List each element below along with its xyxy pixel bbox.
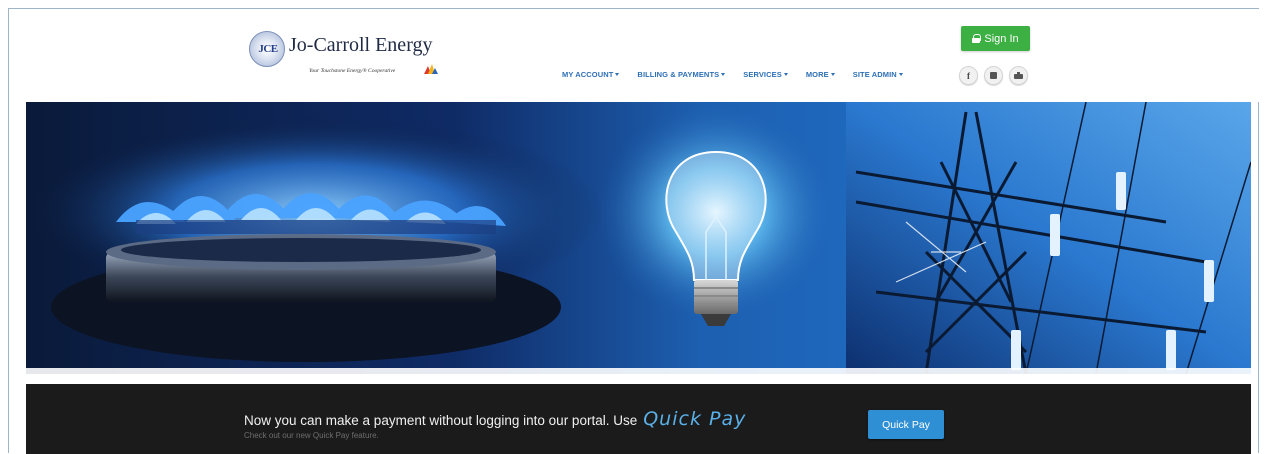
sign-in-label: Sign In [984,32,1019,45]
nav-item-billing-payments[interactable]: BILLING & PAYMENTS [637,70,726,79]
nav-item-my-account[interactable]: MY ACCOUNT [562,70,620,79]
linkedin-glyph [990,72,997,79]
nav-item-site-admin[interactable]: SITE ADMIN [853,70,903,79]
caret-down-icon [721,73,726,76]
logo[interactable]: JCE Jo-Carroll Energy Your Touchstone En… [249,31,449,81]
facebook-glyph: f [967,70,970,81]
quick-pay-button[interactable]: Quick Pay [868,410,944,439]
caret-down-icon [898,73,903,76]
nav-label: SITE ADMIN [852,70,897,79]
logo-tagline: Your Touchstone Energy® Cooperative [309,68,396,74]
main-nav: MY ACCOUNT BILLING & PAYMENTS SERVICES M… [562,70,921,79]
quick-pay-subtext: Check out our new Quick Pay feature. [244,431,379,440]
sign-in-button[interactable]: Sign In [961,26,1030,51]
touchstone-icon [424,64,438,74]
caret-down-icon [783,73,788,76]
nav-label: BILLING & PAYMENTS [637,70,720,79]
page-frame: JCE Jo-Carroll Energy Your Touchstone En… [8,8,1259,454]
hero-banner [26,102,1251,374]
nav-item-more[interactable]: MORE [806,70,835,79]
caret-down-icon [830,73,835,76]
nav-label: MY ACCOUNT [562,70,614,79]
facebook-icon[interactable]: f [959,66,978,85]
quick-pay-message: Now you can make a payment without loggi… [244,408,746,430]
logo-badge-icon: JCE [249,31,285,67]
youtube-glyph [1014,72,1023,79]
nav-label: MORE [805,70,829,79]
linkedin-icon[interactable] [984,66,1003,85]
site-header: JCE Jo-Carroll Energy Your Touchstone En… [9,9,1259,102]
youtube-icon[interactable] [1009,66,1028,85]
nav-item-services[interactable]: SERVICES [743,70,788,79]
caret-down-icon [615,73,620,76]
logo-badge-text: JCE [258,43,278,55]
hero-banner-image [26,102,1251,374]
quick-pay-script-text: Quick Pay [643,408,747,430]
quick-pay-bar: Now you can make a payment without loggi… [26,384,1251,454]
quick-pay-message-text: Now you can make a payment without loggi… [244,413,638,428]
lock-icon [972,34,982,43]
logo-name: Jo-Carroll Energy [289,34,433,56]
nav-label: SERVICES [743,70,782,79]
